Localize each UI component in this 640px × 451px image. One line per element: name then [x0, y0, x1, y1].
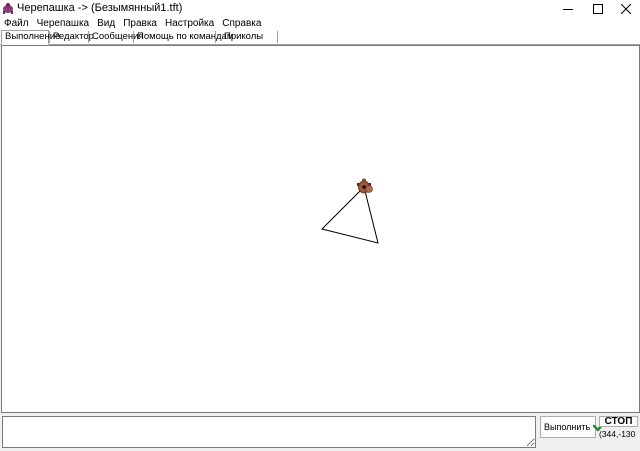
- drawn-triangle: [321, 186, 379, 244]
- command-bar: Выполнить СТОП (344,-130: [0, 413, 640, 451]
- menu-bar: Файл Черепашка Вид Правка Настройка Спра…: [0, 17, 640, 30]
- tab-jokes[interactable]: Приколы: [215, 31, 278, 43]
- menu-file[interactable]: Файл: [0, 17, 33, 30]
- window-title: Черепашка -> (Безымянный1.tft): [17, 2, 183, 14]
- menu-edit[interactable]: Правка: [119, 17, 161, 30]
- command-input[interactable]: [2, 416, 536, 448]
- maximize-icon[interactable]: [583, 0, 613, 17]
- menu-view[interactable]: Вид: [93, 17, 119, 30]
- tab-bar: Выполнение Редактор Сообщения Помощь по …: [0, 30, 640, 45]
- stop-button[interactable]: СТОП: [599, 416, 638, 427]
- turtle-icon: [2, 2, 14, 14]
- drawing-canvas[interactable]: [1, 45, 640, 413]
- tab-run[interactable]: Выполнение: [1, 30, 60, 45]
- tab-command-help[interactable]: Помощь по командам: [133, 31, 233, 43]
- close-icon[interactable]: [611, 0, 640, 17]
- tab-messages[interactable]: Сообщения: [88, 31, 144, 43]
- tab-editor[interactable]: Редактор: [49, 31, 94, 43]
- menu-help[interactable]: Справка: [218, 17, 265, 30]
- menu-turtle[interactable]: Черепашка: [33, 17, 94, 30]
- run-button-label: Выполнить: [544, 422, 591, 432]
- title-bar: Черепашка -> (Безымянный1.tft): [0, 0, 640, 17]
- run-button[interactable]: Выполнить: [540, 416, 607, 438]
- turtle-icon: [357, 178, 373, 194]
- minimize-icon[interactable]: [553, 0, 583, 17]
- menu-settings[interactable]: Настройка: [161, 17, 218, 30]
- turtle-coordinates: (344,-130: [599, 429, 636, 439]
